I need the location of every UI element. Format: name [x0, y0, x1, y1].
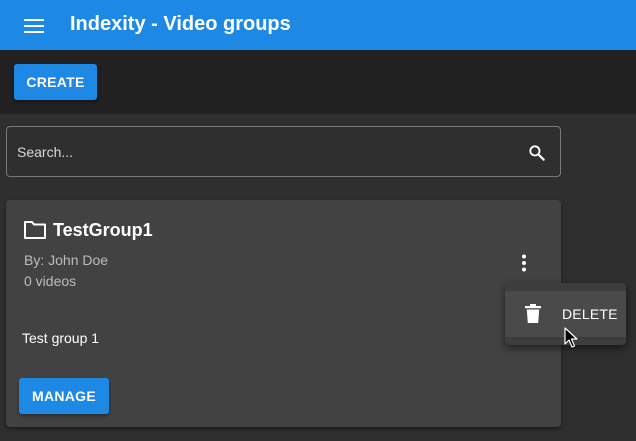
hamburger-menu-icon — [24, 19, 44, 33]
action-toolbar: CREATE — [0, 50, 636, 114]
trash-icon — [525, 304, 541, 323]
page-title: Indexity - Video groups — [70, 13, 291, 35]
manage-button[interactable]: MANAGE — [19, 378, 109, 414]
group-video-count: 0 videos — [24, 273, 77, 289]
group-card: TestGroup1 By: John Doe 0 videos Test gr… — [6, 200, 561, 427]
create-button[interactable]: CREATE — [14, 64, 97, 100]
group-name: TestGroup1 — [53, 220, 153, 240]
delete-menu-label: DELETE — [562, 306, 618, 322]
more-vert-icon — [522, 254, 526, 272]
search-input[interactable] — [17, 139, 507, 165]
more-options-button[interactable] — [512, 250, 536, 276]
group-author: By: John Doe — [24, 252, 109, 268]
folder-icon — [24, 221, 46, 239]
group-description: Test group 1 — [22, 330, 100, 346]
delete-menu-item[interactable]: DELETE — [505, 291, 626, 337]
search-icon[interactable] — [527, 143, 547, 163]
context-menu: DELETE — [505, 283, 626, 345]
menu-button[interactable] — [14, 12, 54, 40]
search-field[interactable] — [6, 126, 561, 177]
app-bar: Indexity - Video groups — [0, 0, 636, 50]
